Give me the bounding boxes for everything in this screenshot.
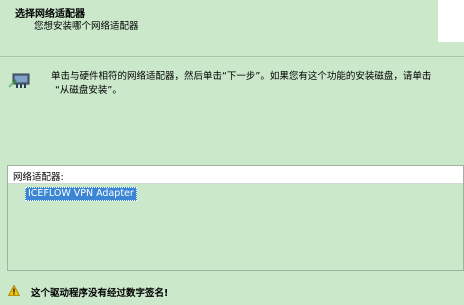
adapter-list-header: 网络适配器: <box>8 166 463 184</box>
unsigned-driver-warning: 这个驱动程序没有经过数字签名! <box>31 288 169 299</box>
adapter-list-item[interactable]: ICEFLOW VPN Adapter <box>25 187 137 201</box>
adapter-listbox[interactable]: 网络适配器: ICEFLOW VPN Adapter <box>7 165 464 271</box>
network-adapter-icon <box>8 73 30 88</box>
instruction-line-1: 单击与硬件相符的网络适配器，然后单击“下一步”。如果您有这个功能的安装磁盘，请单… <box>51 71 432 82</box>
instruction-line-2: “从磁盘安装”。 <box>55 85 122 96</box>
header-divider <box>0 56 464 57</box>
header-icon-area <box>438 0 464 42</box>
warning-icon <box>8 285 20 296</box>
header-subtitle: 您想安装哪个网络适配器 <box>34 21 139 32</box>
wizard-header: 选择网络适配器 您想安装哪个网络适配器 <box>0 0 464 56</box>
